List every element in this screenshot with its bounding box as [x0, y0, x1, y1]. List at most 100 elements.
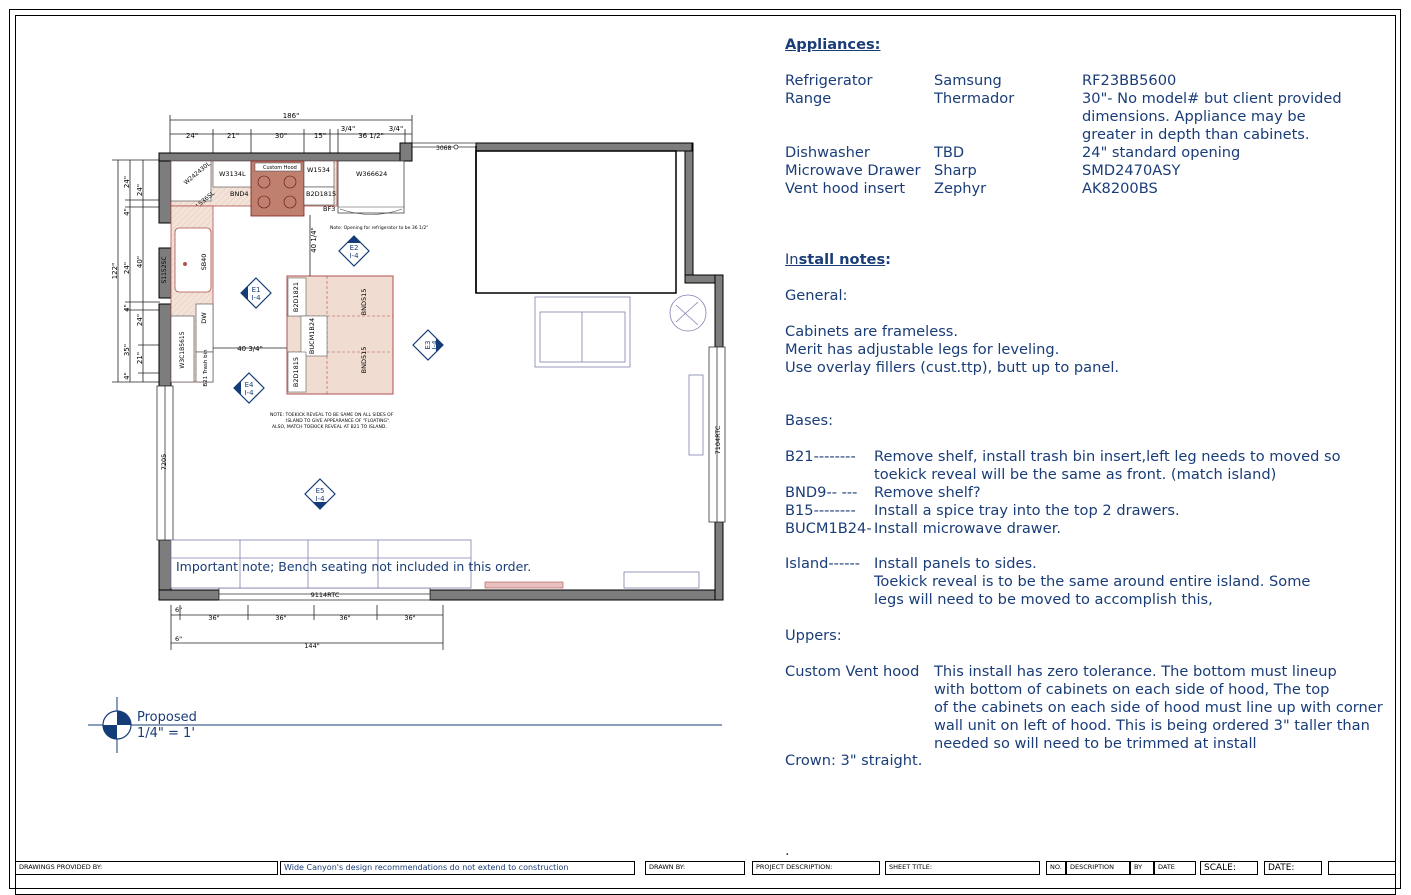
dim-left-overall: 122": [111, 263, 119, 280]
bases-text-1b: toekick reveal will be the same as front…: [874, 466, 1277, 483]
appliance-brand-3: TBD: [934, 144, 965, 161]
appliance-model-3: 24" standard opening: [1082, 144, 1241, 161]
dim-island-to-range: 40 1/4": [310, 227, 318, 253]
floor-vent: [484, 581, 564, 589]
vent-text-3: of the cabinets on each side of hood mus…: [934, 699, 1383, 716]
trailing-dot: .: [785, 842, 790, 859]
appliance-model-2c: greater in depth than cabinets.: [1082, 126, 1310, 143]
bases-key-2: BND9-- ---: [785, 484, 858, 501]
kitchen-floor-plan: 186" 24" 21" 30" 15" 3/4" 36 1/2" 3/4" 1…: [88, 112, 726, 753]
title-block-date: DATE:: [1264, 861, 1322, 875]
dim-island-to-wall: 40 3/4": [237, 345, 263, 353]
dim-top-6: 36 1/2": [358, 132, 384, 140]
appliance-model-4: SMD2470ASY: [1082, 162, 1181, 179]
adjacent-room: [475, 150, 677, 294]
island-text-3: legs will need to be moved to accomplish…: [874, 591, 1213, 608]
appliance-model-2a: 30"- No model# but client provided: [1082, 90, 1342, 107]
island-note-2: ISLAND TO GIVE APPEARANCE OF "FLOATING".: [286, 418, 390, 424]
dim-bottom-3: 36": [339, 614, 350, 622]
dim-left-7: 24": [136, 184, 144, 196]
side-bench: [688, 374, 704, 456]
bottom-window-label: 9114RTC: [311, 591, 340, 599]
dim-left-4: 4": [123, 304, 131, 312]
dim-top-7: 3/4": [389, 125, 404, 133]
island-key: Island------: [785, 555, 861, 572]
label-island-1: B2D1821: [292, 282, 300, 312]
e2-sheet: I-4: [349, 252, 359, 260]
title-block-by: BY: [1130, 861, 1154, 875]
elevation-marker-e5[interactable]: E5 I-4: [304, 478, 336, 510]
e4-sheet: I-4: [244, 389, 254, 397]
elevation-marker-e2[interactable]: E2 I-4: [338, 235, 370, 267]
appliance-item-1: Refrigerator: [785, 72, 873, 89]
elevation-marker-e4[interactable]: E4 I-4: [233, 372, 265, 404]
dim-left-10: 21": [136, 352, 144, 364]
elevation-marker-e3[interactable]: E3 I-4: [412, 329, 444, 361]
label-wall-left: W3134L: [219, 170, 246, 178]
appliances-heading: Appliances:: [785, 36, 881, 53]
label-bnd: BND4: [230, 190, 248, 198]
right-window-label: 7104RTC: [714, 425, 722, 454]
dim-top-4: 15": [314, 132, 326, 140]
appliance-item-2: Range: [785, 90, 832, 107]
island-note-3: ALSO, MATCH TOEKICK REVEAL AT B21 TO ISL…: [272, 424, 387, 430]
drawing-sheet: 186" 24" 21" 30" 15" 3/4" 36 1/2" 3/4" 1…: [0, 0, 1411, 895]
install-heading: Install notes:: [785, 251, 891, 269]
e5-sheet: I-4: [315, 495, 325, 503]
scale-value: 1/4" = 1': [137, 726, 195, 741]
title-block-sheet-title: SHEET TITLE:: [885, 861, 1040, 875]
dim-bottom-4: 36": [404, 614, 415, 622]
install-heading-rest: stall notes: [798, 251, 886, 268]
title-block-sheet-number: [1328, 861, 1396, 875]
bases-text-3: Install a spice tray into the top 2 draw…: [874, 502, 1180, 519]
dim-top-5: 3/4": [341, 125, 356, 133]
bases-text-2: Remove shelf?: [874, 484, 981, 501]
title-block-no: NO.: [1046, 861, 1066, 875]
appliance-brand-1: Samsung: [934, 72, 1002, 89]
scale-legend: [88, 697, 722, 753]
dim-top-3: 30": [275, 132, 287, 140]
island: [286, 275, 394, 395]
crown-note: Crown: 3" straight.: [785, 752, 923, 769]
island-text-1: Install panels to sides.: [874, 555, 1037, 572]
dim-bottom-1: 36": [208, 614, 219, 622]
appliance-brand-4: Sharp: [934, 162, 977, 179]
appliance-model-1: RF23BB5600: [1082, 72, 1177, 89]
bases-text-1a: Remove shelf, install trash bin insert,l…: [874, 448, 1341, 465]
vent-text-2: with bottom of cabinets on each side of …: [934, 681, 1330, 698]
label-island-4: BND515: [360, 289, 368, 316]
bases-key-1: B21--------: [785, 448, 856, 465]
install-heading-first: In: [785, 251, 799, 268]
uppers-label: Uppers:: [785, 627, 842, 644]
appliance-model-5: AK8200BS: [1082, 180, 1158, 197]
bases-text-4: Install microwave drawer.: [874, 520, 1062, 537]
label-fridge-wall: W366624: [356, 170, 387, 178]
general-1: Cabinets are frameless.: [785, 323, 959, 340]
dim-top-overall: 186": [283, 112, 300, 120]
dim-left-1: 24": [123, 176, 131, 188]
bench-note: Important note; Bench seating not includ…: [176, 559, 531, 574]
bases-key-4: BUCM1B24-: [785, 520, 872, 537]
label-wall-right: W1534: [307, 166, 330, 174]
bases-label: Bases:: [785, 412, 834, 429]
appliance-item-3: Dishwasher: [785, 144, 870, 161]
dim-bottom-2: 36": [275, 614, 286, 622]
floor-rug: [623, 571, 700, 589]
left-window-label: 7205: [160, 454, 168, 471]
elevation-marker-e1[interactable]: E1 I-4: [240, 277, 272, 309]
dim-left-5: 35": [123, 344, 131, 356]
title-block-disclaimer: Wide Canyon's design recommendations do …: [280, 861, 635, 875]
title-block-description: DESCRIPTION: [1066, 861, 1130, 875]
appliance-model-2b: dimensions. Appliance may be: [1082, 108, 1306, 125]
e3-sheet: I-4: [431, 340, 439, 350]
e5-id: E5: [316, 487, 325, 495]
dim-left-2: 4": [123, 208, 131, 216]
dim-top-1: 24": [186, 132, 198, 140]
vent-text-4: wall unit on left of hood. This is being…: [934, 717, 1370, 734]
title-block-project-description: PROJECT DESCRIPTION:: [752, 861, 880, 875]
install-heading-colon: :: [885, 251, 891, 268]
e1-sheet: I-4: [251, 294, 261, 302]
dim-left-9: 24": [136, 314, 144, 326]
label-hood: Custom Hood: [263, 165, 297, 171]
appliance-item-4: Microwave Drawer: [785, 162, 921, 179]
